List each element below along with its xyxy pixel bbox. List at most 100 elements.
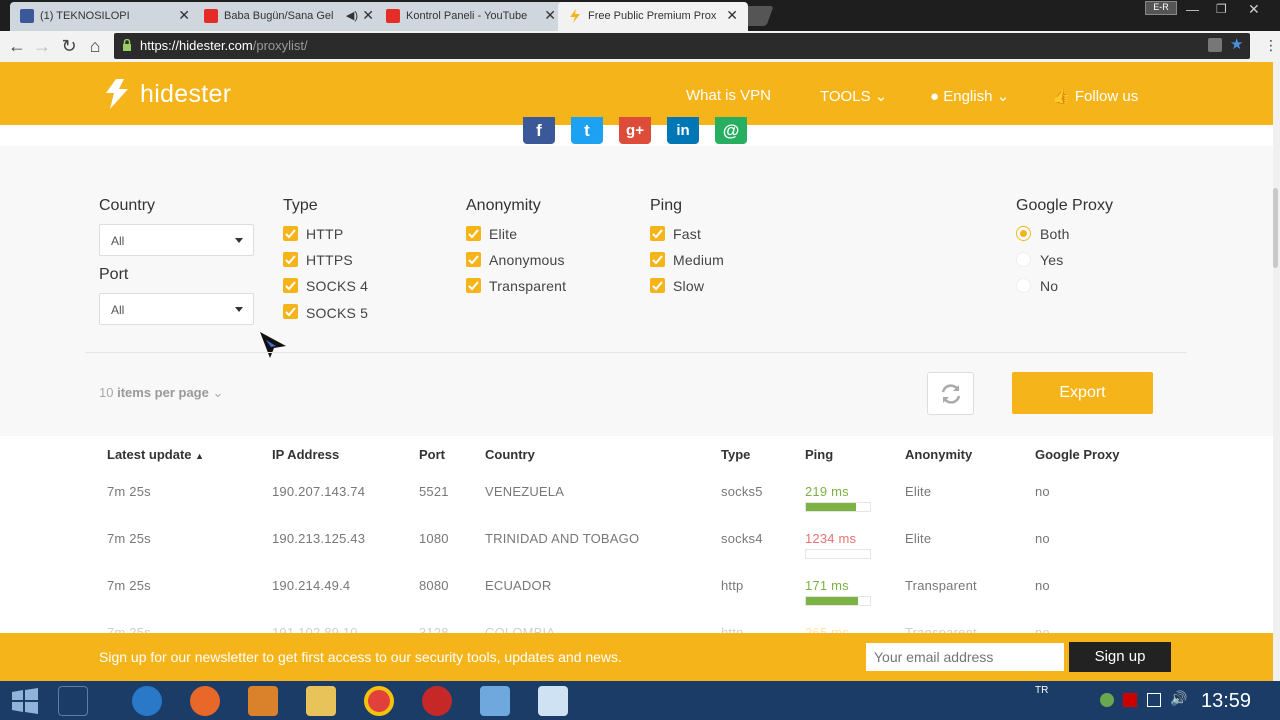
close-icon[interactable]: ✕ bbox=[544, 7, 556, 24]
newsletter-email-input[interactable] bbox=[866, 643, 1064, 671]
media-player-icon[interactable] bbox=[248, 686, 278, 716]
menu-icon[interactable]: ⋮ bbox=[1264, 37, 1278, 54]
checkbox-http[interactable] bbox=[283, 226, 298, 241]
translate-icon[interactable] bbox=[1208, 38, 1222, 52]
hidester-logo-icon bbox=[106, 79, 128, 109]
refresh-button[interactable] bbox=[927, 372, 974, 415]
nav-language[interactable]: ● English ⌄ bbox=[930, 87, 1009, 105]
home-button[interactable]: ⌂ bbox=[84, 35, 106, 57]
column-header-port[interactable]: Port bbox=[419, 447, 445, 462]
star-icon[interactable]: ★ bbox=[1230, 35, 1243, 53]
tab-baba-bugun[interactable]: Baba Bugün/Sana Gel ◀) ✕ bbox=[194, 2, 384, 31]
minimize-button[interactable]: — bbox=[1186, 2, 1199, 17]
profile-badge[interactable]: E-R bbox=[1145, 1, 1177, 15]
address-bar[interactable]: https://hidester.com/proxylist/ ★ bbox=[114, 33, 1250, 59]
network-tray-icon[interactable] bbox=[1100, 693, 1114, 707]
google-plus-share-icon[interactable]: g+ bbox=[619, 117, 651, 144]
column-header-ip[interactable]: IP Address bbox=[272, 447, 339, 462]
port-select[interactable]: All bbox=[99, 293, 254, 325]
checkbox-medium[interactable] bbox=[650, 252, 665, 267]
back-button[interactable]: ← bbox=[6, 35, 28, 57]
column-header-anonymity[interactable]: Anonymity bbox=[905, 447, 972, 462]
twitter-share-icon[interactable]: t bbox=[571, 117, 603, 144]
notepad-icon[interactable] bbox=[480, 686, 510, 716]
security-tray-icon[interactable] bbox=[1123, 693, 1137, 707]
radio-yes[interactable] bbox=[1016, 252, 1031, 267]
country-select[interactable]: All bbox=[99, 224, 254, 256]
reload-button[interactable]: ↻ bbox=[58, 35, 80, 57]
column-header-ping[interactable]: Ping bbox=[805, 447, 833, 462]
radio-no[interactable] bbox=[1016, 278, 1031, 293]
radio-both[interactable] bbox=[1016, 226, 1031, 241]
scrollbar-thumb[interactable] bbox=[1273, 188, 1278, 268]
column-header-type[interactable]: Type bbox=[721, 447, 750, 462]
forward-button[interactable]: → bbox=[31, 35, 53, 57]
maximize-button[interactable]: ❐ bbox=[1216, 2, 1227, 16]
close-window-button[interactable]: ✕ bbox=[1248, 1, 1260, 18]
file-explorer-icon[interactable] bbox=[306, 686, 336, 716]
display-tray-icon[interactable] bbox=[1147, 693, 1161, 707]
close-icon[interactable]: ✕ bbox=[178, 7, 190, 24]
check-icon bbox=[285, 229, 296, 239]
checkbox-label-medium: Medium bbox=[673, 252, 724, 268]
checkbox-transparent[interactable] bbox=[466, 278, 481, 293]
chevron-down-icon: ⌄ bbox=[212, 385, 224, 400]
checkbox-socks4[interactable] bbox=[283, 278, 298, 293]
radio-label-both: Both bbox=[1040, 226, 1070, 242]
column-header-google-proxy[interactable]: Google Proxy bbox=[1035, 447, 1120, 462]
tab-hidester-proxy[interactable]: Free Public Premium Prox ✕ bbox=[558, 2, 748, 31]
language-indicator[interactable]: TR bbox=[1035, 685, 1048, 696]
cell-anonymity: Transparent bbox=[905, 578, 977, 593]
close-icon[interactable]: ✕ bbox=[362, 7, 374, 24]
tab-kontrol-paneli[interactable]: Kontrol Paneli - YouTube ✕ bbox=[376, 2, 566, 31]
checkbox-label-socks5: SOCKS 5 bbox=[306, 305, 369, 321]
tab-teknosilopi[interactable]: (1) TEKNOSILOPI ✕ bbox=[10, 2, 200, 31]
sign-up-button[interactable]: Sign up bbox=[1069, 642, 1171, 672]
nav-language-label: English bbox=[943, 88, 993, 105]
linkedin-share-icon[interactable]: in bbox=[667, 117, 699, 144]
tab-title: Kontrol Paneli - YouTube bbox=[406, 10, 528, 22]
column-header-country[interactable]: Country bbox=[485, 447, 535, 462]
chrome-icon[interactable] bbox=[364, 686, 394, 716]
url-path: /proxylist/ bbox=[252, 38, 308, 53]
check-icon bbox=[652, 229, 663, 239]
checkbox-elite[interactable] bbox=[466, 226, 481, 241]
nav-tools[interactable]: TOOLS ⌄ bbox=[820, 87, 887, 105]
recorder-icon[interactable] bbox=[422, 686, 452, 716]
volume-icon[interactable]: 🔊 bbox=[1170, 690, 1187, 707]
browser-tab-strip: (1) TEKNOSILOPI ✕ Baba Bugün/Sana Gel ◀)… bbox=[0, 0, 1280, 31]
paint-icon[interactable] bbox=[538, 686, 568, 716]
close-icon[interactable]: ✕ bbox=[726, 7, 738, 24]
taskbar-clock[interactable]: 13:59 bbox=[1201, 690, 1251, 713]
facebook-share-icon[interactable]: f bbox=[523, 117, 555, 144]
radio-label-yes: Yes bbox=[1040, 252, 1064, 268]
thumbs-up-icon: 👍 bbox=[1052, 88, 1071, 105]
windows-start-icon[interactable] bbox=[6, 684, 44, 718]
internet-explorer-icon[interactable] bbox=[132, 686, 162, 716]
tab-title: Baba Bugün/Sana Gel bbox=[224, 10, 334, 22]
firefox-icon[interactable] bbox=[190, 686, 220, 716]
cell-ip: 190.214.49.4 bbox=[272, 578, 351, 593]
nav-follow-us[interactable]: 👍 Follow us bbox=[1052, 87, 1138, 105]
cell-update: 7m 25s bbox=[107, 484, 151, 499]
checkbox-https[interactable] bbox=[283, 252, 298, 267]
caret-down-icon bbox=[235, 307, 243, 312]
items-per-page-select[interactable]: 10 items per page ⌄ bbox=[99, 385, 223, 401]
checkbox-label-transparent: Transparent bbox=[489, 278, 567, 294]
youtube-icon bbox=[386, 9, 400, 23]
checkbox-slow[interactable] bbox=[650, 278, 665, 293]
nav-tools-label: TOOLS bbox=[820, 88, 871, 105]
export-button[interactable]: Export bbox=[1012, 372, 1153, 414]
nav-what-is-vpn[interactable]: What is VPN bbox=[686, 87, 771, 104]
checkbox-fast[interactable] bbox=[650, 226, 665, 241]
check-icon bbox=[652, 281, 663, 291]
column-header-latest-update[interactable]: Latest update ▲ bbox=[107, 447, 204, 462]
checkbox-socks5[interactable] bbox=[283, 304, 298, 319]
check-icon bbox=[285, 307, 296, 317]
page-scrollbar[interactable] bbox=[1273, 62, 1280, 681]
email-share-icon[interactable]: @ bbox=[715, 117, 747, 144]
chevron-down-icon: ⌄ bbox=[874, 88, 888, 105]
checkbox-label-anonymous: Anonymous bbox=[489, 252, 565, 268]
checkbox-anonymous[interactable] bbox=[466, 252, 481, 267]
desktop-icon[interactable] bbox=[58, 686, 88, 716]
